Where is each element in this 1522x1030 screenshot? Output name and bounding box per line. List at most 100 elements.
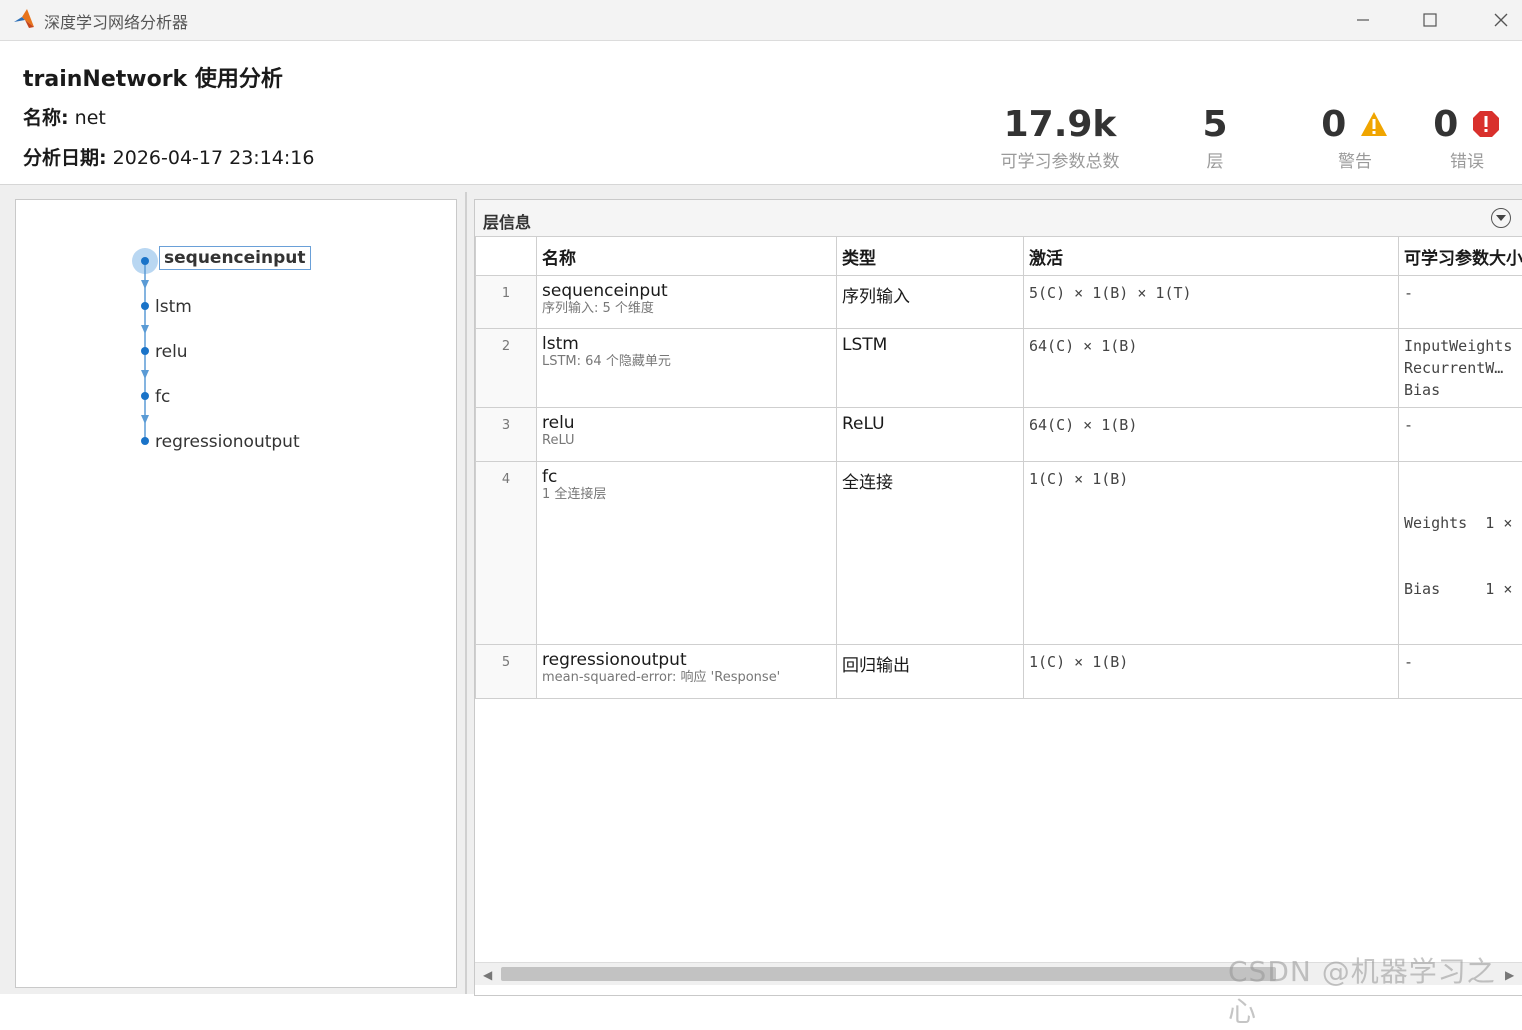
- close-button[interactable]: [1478, 6, 1522, 34]
- graph-node-label[interactable]: fc: [155, 387, 170, 407]
- analysis-header: trainNetwork 使用分析 名称: net 分析日期: 2026-04-…: [0, 41, 1522, 185]
- graph-node-relu: [141, 347, 149, 355]
- layer-name: fc: [542, 468, 831, 486]
- layer-info-panel: 层信息 名称 类型 激活 可学习参数大小 1 sequenceinput 序列输…: [474, 199, 1522, 996]
- graph-node-label[interactable]: sequenceinput: [159, 246, 311, 270]
- param-line: InputWeights: [1404, 335, 1522, 357]
- row-index: 2: [476, 329, 537, 408]
- warning-icon: [1359, 110, 1389, 138]
- name-value: net: [75, 107, 106, 129]
- row-index: 1: [476, 276, 537, 329]
- table-row[interactable]: 4 fc 1 全连接层 全连接 1(C) × 1(B) Weights 1 × …: [476, 462, 1522, 645]
- stat-value: 17.9k: [990, 105, 1130, 145]
- stat-label: 警告: [1310, 147, 1400, 172]
- param-line: RecurrentW…: [1404, 357, 1522, 379]
- graph-node-lstm: [141, 302, 149, 310]
- layer-name: regressionoutput: [542, 651, 831, 669]
- graph-node-fc: [141, 392, 149, 400]
- stat-value: 5: [1180, 105, 1250, 145]
- minimize-icon: [1356, 13, 1370, 27]
- graph-node-label[interactable]: regressionoutput: [155, 432, 300, 452]
- param-line: -: [1404, 651, 1522, 673]
- stat-value: 0: [1321, 104, 1346, 145]
- edge-arrow-icon: [141, 415, 149, 424]
- layer-name: lstm: [542, 335, 831, 353]
- layer-name-cell: regressionoutput mean-squared-error: 响应 …: [537, 645, 837, 699]
- graph-node-label[interactable]: lstm: [155, 297, 192, 317]
- column-header-name[interactable]: 名称: [537, 237, 837, 276]
- graph-node-regressionoutput: [141, 437, 149, 445]
- window-title: 深度学习网络分析器: [44, 9, 188, 33]
- title-bar: 深度学习网络分析器: [0, 0, 1522, 41]
- layer-params: Weights 1 × Bias 1 ×: [1399, 462, 1522, 645]
- param-line: -: [1404, 414, 1522, 436]
- layer-params: -: [1399, 276, 1522, 329]
- layer-activation: 64(C) × 1(B): [1024, 408, 1399, 462]
- layer-params: -: [1399, 408, 1522, 462]
- row-index: 4: [476, 462, 537, 645]
- layer-activation: 1(C) × 1(B): [1024, 462, 1399, 645]
- graph-node-sequenceinput: [141, 257, 149, 265]
- table-row[interactable]: 3 relu ReLU ReLU 64(C) × 1(B) -: [476, 408, 1522, 462]
- column-header-type[interactable]: 类型: [837, 237, 1024, 276]
- layer-name: relu: [542, 414, 831, 432]
- layer-description: LSTM: 64 个隐藏单元: [542, 353, 831, 371]
- layer-name-cell: sequenceinput 序列输入: 5 个维度: [537, 276, 837, 329]
- layer-description: ReLU: [542, 432, 831, 450]
- layer-activation: 1(C) × 1(B): [1024, 645, 1399, 699]
- param-line: Bias 1 ×: [1404, 578, 1522, 600]
- layer-type: 全连接: [837, 462, 1024, 645]
- maximize-icon: [1423, 13, 1437, 27]
- layer-type: LSTM: [837, 329, 1024, 408]
- panel-splitter[interactable]: [465, 192, 467, 994]
- edge-arrow-icon: [141, 370, 149, 379]
- param-line: Weights 1 ×: [1404, 512, 1522, 534]
- column-header-params[interactable]: 可学习参数大小: [1399, 237, 1522, 276]
- table-row[interactable]: 1 sequenceinput 序列输入: 5 个维度 序列输入 5(C) × …: [476, 276, 1522, 329]
- layer-activation: 5(C) × 1(B) × 1(T): [1024, 276, 1399, 329]
- network-name: 名称: net: [23, 103, 106, 130]
- table-row[interactable]: 2 lstm LSTM: 64 个隐藏单元 LSTM 64(C) × 1(B) …: [476, 329, 1522, 408]
- stat-label: 可学习参数总数: [990, 147, 1130, 172]
- error-icon: [1471, 109, 1501, 139]
- scroll-left-icon[interactable]: ◀: [483, 968, 492, 982]
- row-index: 5: [476, 645, 537, 699]
- stat-warnings[interactable]: 0 警告: [1310, 105, 1400, 172]
- layer-name-cell: fc 1 全连接层: [537, 462, 837, 645]
- stat-errors[interactable]: 0 错误: [1424, 105, 1510, 172]
- layer-type: ReLU: [837, 408, 1024, 462]
- page-title: trainNetwork 使用分析: [23, 61, 283, 93]
- minimize-button[interactable]: [1340, 6, 1386, 34]
- network-graph[interactable]: [16, 200, 456, 987]
- date-value: 2026-04-17 23:14:16: [113, 147, 315, 169]
- network-graph-panel[interactable]: sequenceinput lstm relu fc regressionout…: [15, 199, 457, 988]
- panel-title: 层信息: [483, 209, 531, 233]
- scrollbar-thumb[interactable]: [501, 967, 1276, 981]
- layer-type: 序列输入: [837, 276, 1024, 329]
- column-header-index: [476, 237, 537, 276]
- close-icon: [1493, 12, 1509, 28]
- layer-info-header: 层信息: [475, 200, 1522, 237]
- param-line: -: [1404, 282, 1522, 304]
- layer-description: mean-squared-error: 响应 'Response': [542, 669, 831, 687]
- analysis-date: 分析日期: 2026-04-17 23:14:16: [23, 143, 314, 170]
- layer-type: 回归输出: [837, 645, 1024, 699]
- edge-arrow-icon: [141, 280, 149, 289]
- graph-node-label[interactable]: relu: [155, 342, 188, 362]
- table-row[interactable]: 5 regressionoutput mean-squared-error: 响…: [476, 645, 1522, 699]
- collapse-button[interactable]: [1491, 208, 1511, 228]
- layer-params: -: [1399, 645, 1522, 699]
- maximize-button[interactable]: [1407, 6, 1453, 34]
- edge-arrow-icon: [141, 325, 149, 334]
- layer-params: InputWeights RecurrentW… Bias: [1399, 329, 1522, 408]
- layer-name-cell: lstm LSTM: 64 个隐藏单元: [537, 329, 837, 408]
- layer-name: sequenceinput: [542, 282, 831, 300]
- table-header-row: 名称 类型 激活 可学习参数大小: [476, 237, 1522, 276]
- stat-layers: 5 层: [1180, 105, 1250, 172]
- stat-value: 0: [1433, 104, 1458, 145]
- matlab-logo-icon: [12, 7, 36, 31]
- stat-label: 错误: [1424, 147, 1510, 172]
- watermark: CSDN @机器学习之心: [1228, 950, 1522, 1030]
- param-line: Bias: [1404, 379, 1522, 401]
- column-header-activation[interactable]: 激活: [1024, 237, 1399, 276]
